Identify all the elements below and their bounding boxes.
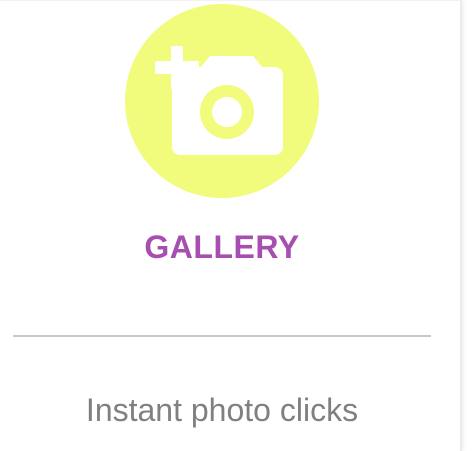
divider	[13, 335, 431, 337]
gallery-card[interactable]: GALLERY Instant photo clicks	[0, 0, 462, 451]
add-photo-camera-icon	[155, 46, 283, 155]
icon-circle	[125, 4, 319, 198]
card-subtitle: Instant photo clicks	[85, 392, 359, 428]
card-title: GALLERY	[144, 229, 300, 265]
